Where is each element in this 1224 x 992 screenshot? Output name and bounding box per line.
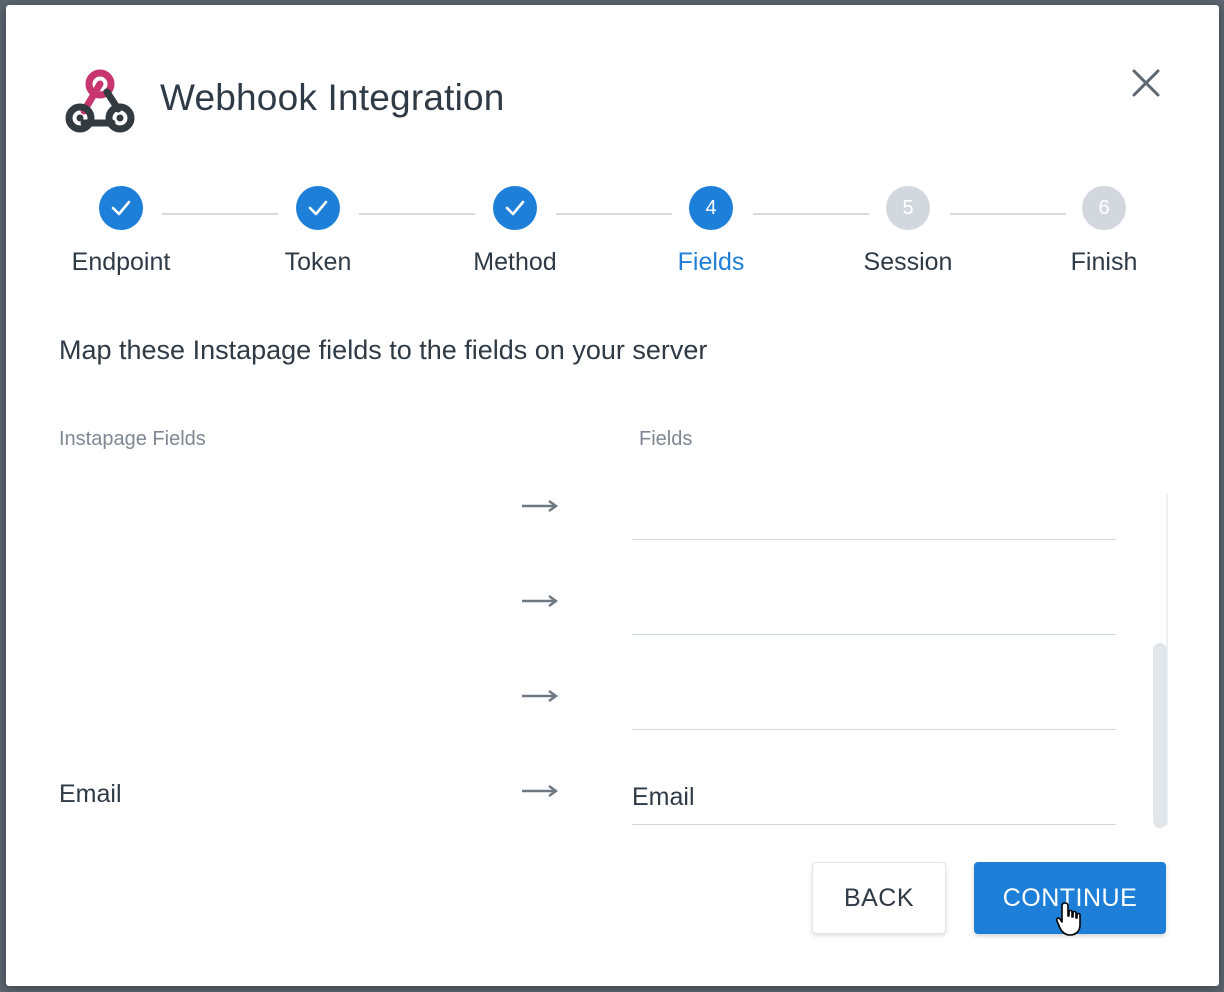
step-finish: 6 Finish — [1004, 186, 1204, 277]
step-fields[interactable]: 4 Fields — [611, 186, 811, 277]
progress-stepper: Endpoint Token Method 4 Fields 5 Session… — [6, 186, 1219, 286]
arrow-right-icon — [522, 595, 559, 607]
step-number-circle: 4 — [689, 186, 733, 230]
hand-cursor-icon — [1056, 902, 1081, 936]
arrow-right-icon — [522, 785, 559, 797]
target-field-input[interactable] — [632, 675, 1116, 730]
step-label: Token — [284, 248, 352, 276]
step-token[interactable]: Token — [218, 186, 418, 277]
webhook-icon — [65, 69, 135, 133]
check-icon — [308, 200, 328, 216]
dialog-title: Webhook Integration — [160, 77, 505, 118]
column-header-fields: Fields — [639, 428, 693, 450]
step-check-circle — [296, 186, 340, 230]
arrow-right-icon — [522, 500, 559, 512]
check-icon — [505, 200, 525, 216]
step-label: Session — [863, 248, 953, 276]
target-field-input[interactable] — [632, 580, 1116, 635]
mapping-row — [6, 580, 1219, 640]
check-icon — [111, 200, 131, 216]
step-check-circle — [493, 186, 537, 230]
scrollbar-thumb[interactable] — [1153, 643, 1167, 828]
field-mapping-list[interactable]: Email — [6, 485, 1219, 840]
step-label: Fields — [677, 248, 745, 276]
close-icon[interactable] — [1126, 63, 1166, 103]
step-label: Finish — [1070, 248, 1138, 276]
back-button[interactable]: BACK — [812, 862, 946, 934]
instruction-text: Map these Instapage fields to the fields… — [59, 335, 708, 365]
column-header-instapage-fields: Instapage Fields — [59, 428, 206, 450]
step-label: Endpoint — [71, 248, 171, 276]
step-label: Method — [473, 248, 557, 276]
step-endpoint[interactable]: Endpoint — [21, 186, 221, 277]
webhook-integration-dialog: Webhook Integration Endpoint Token Metho… — [6, 5, 1219, 986]
mapping-row — [6, 485, 1219, 545]
source-field-label: Email — [59, 780, 122, 808]
step-number-circle: 6 — [1082, 186, 1126, 230]
step-number-circle: 5 — [886, 186, 930, 230]
target-field-input[interactable] — [632, 770, 1116, 825]
step-method[interactable]: Method — [415, 186, 615, 277]
step-session: 5 Session — [808, 186, 1008, 277]
arrow-right-icon — [522, 690, 559, 702]
mapping-row: Email — [6, 770, 1219, 830]
target-field-input[interactable] — [632, 485, 1116, 540]
mapping-row — [6, 675, 1219, 735]
step-check-circle — [99, 186, 143, 230]
